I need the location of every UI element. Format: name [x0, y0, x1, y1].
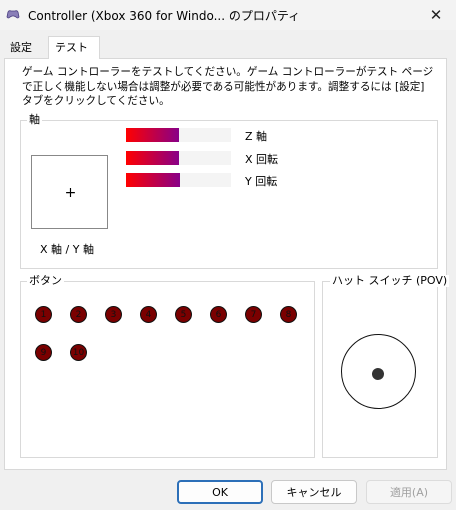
x-rotation-label: X 回転: [245, 153, 279, 166]
button-indicator-9: 9: [35, 344, 52, 361]
cancel-button[interactable]: キャンセル: [271, 480, 357, 504]
xy-axis-box: +: [31, 155, 108, 229]
z-axis-label: Z 軸: [245, 130, 268, 143]
tab-test[interactable]: テスト: [48, 36, 100, 59]
ok-button[interactable]: OK: [177, 480, 263, 504]
button-indicator-8: 8: [280, 306, 297, 323]
y-rotation-fill: [126, 173, 180, 187]
button-indicator-6: 6: [210, 306, 227, 323]
apply-button[interactable]: 適用(A): [366, 480, 452, 504]
button-indicator-7: 7: [245, 306, 262, 323]
buttons-group: [20, 281, 315, 458]
xy-axis-label: X 軸 / Y 軸: [40, 243, 94, 256]
title-bar: Controller (Xbox 360 for Windo... のプロパティ…: [0, 0, 456, 30]
x-rotation-fill: [126, 151, 179, 165]
button-indicator-1: 1: [35, 306, 52, 323]
axes-legend: 軸: [27, 113, 42, 126]
z-axis-bar: [126, 128, 231, 142]
pov-indicator: [372, 368, 384, 380]
close-icon: ✕: [429, 6, 443, 24]
button-indicator-2: 2: [70, 306, 87, 323]
z-axis-fill: [126, 128, 179, 142]
button-indicator-10: 10: [70, 344, 87, 361]
y-rotation-bar: [126, 173, 231, 187]
tab-settings[interactable]: 設定: [4, 38, 48, 58]
crosshair-icon: +: [64, 185, 77, 201]
pov-legend: ハット スイッチ (POV): [330, 274, 450, 287]
window-title: Controller (Xbox 360 for Windo... のプロパティ: [28, 9, 301, 23]
description-text: ゲーム コントローラーをテストしてください。ゲーム コントローラーがテスト ペー…: [22, 66, 434, 107]
gamepad-icon: [6, 10, 20, 19]
button-indicator-4: 4: [140, 306, 157, 323]
button-indicator-5: 5: [175, 306, 192, 323]
y-rotation-label: Y 回転: [245, 175, 278, 188]
close-button[interactable]: ✕: [416, 0, 456, 30]
x-rotation-bar: [126, 151, 231, 165]
buttons-legend: ボタン: [27, 274, 64, 287]
button-indicator-3: 3: [105, 306, 122, 323]
